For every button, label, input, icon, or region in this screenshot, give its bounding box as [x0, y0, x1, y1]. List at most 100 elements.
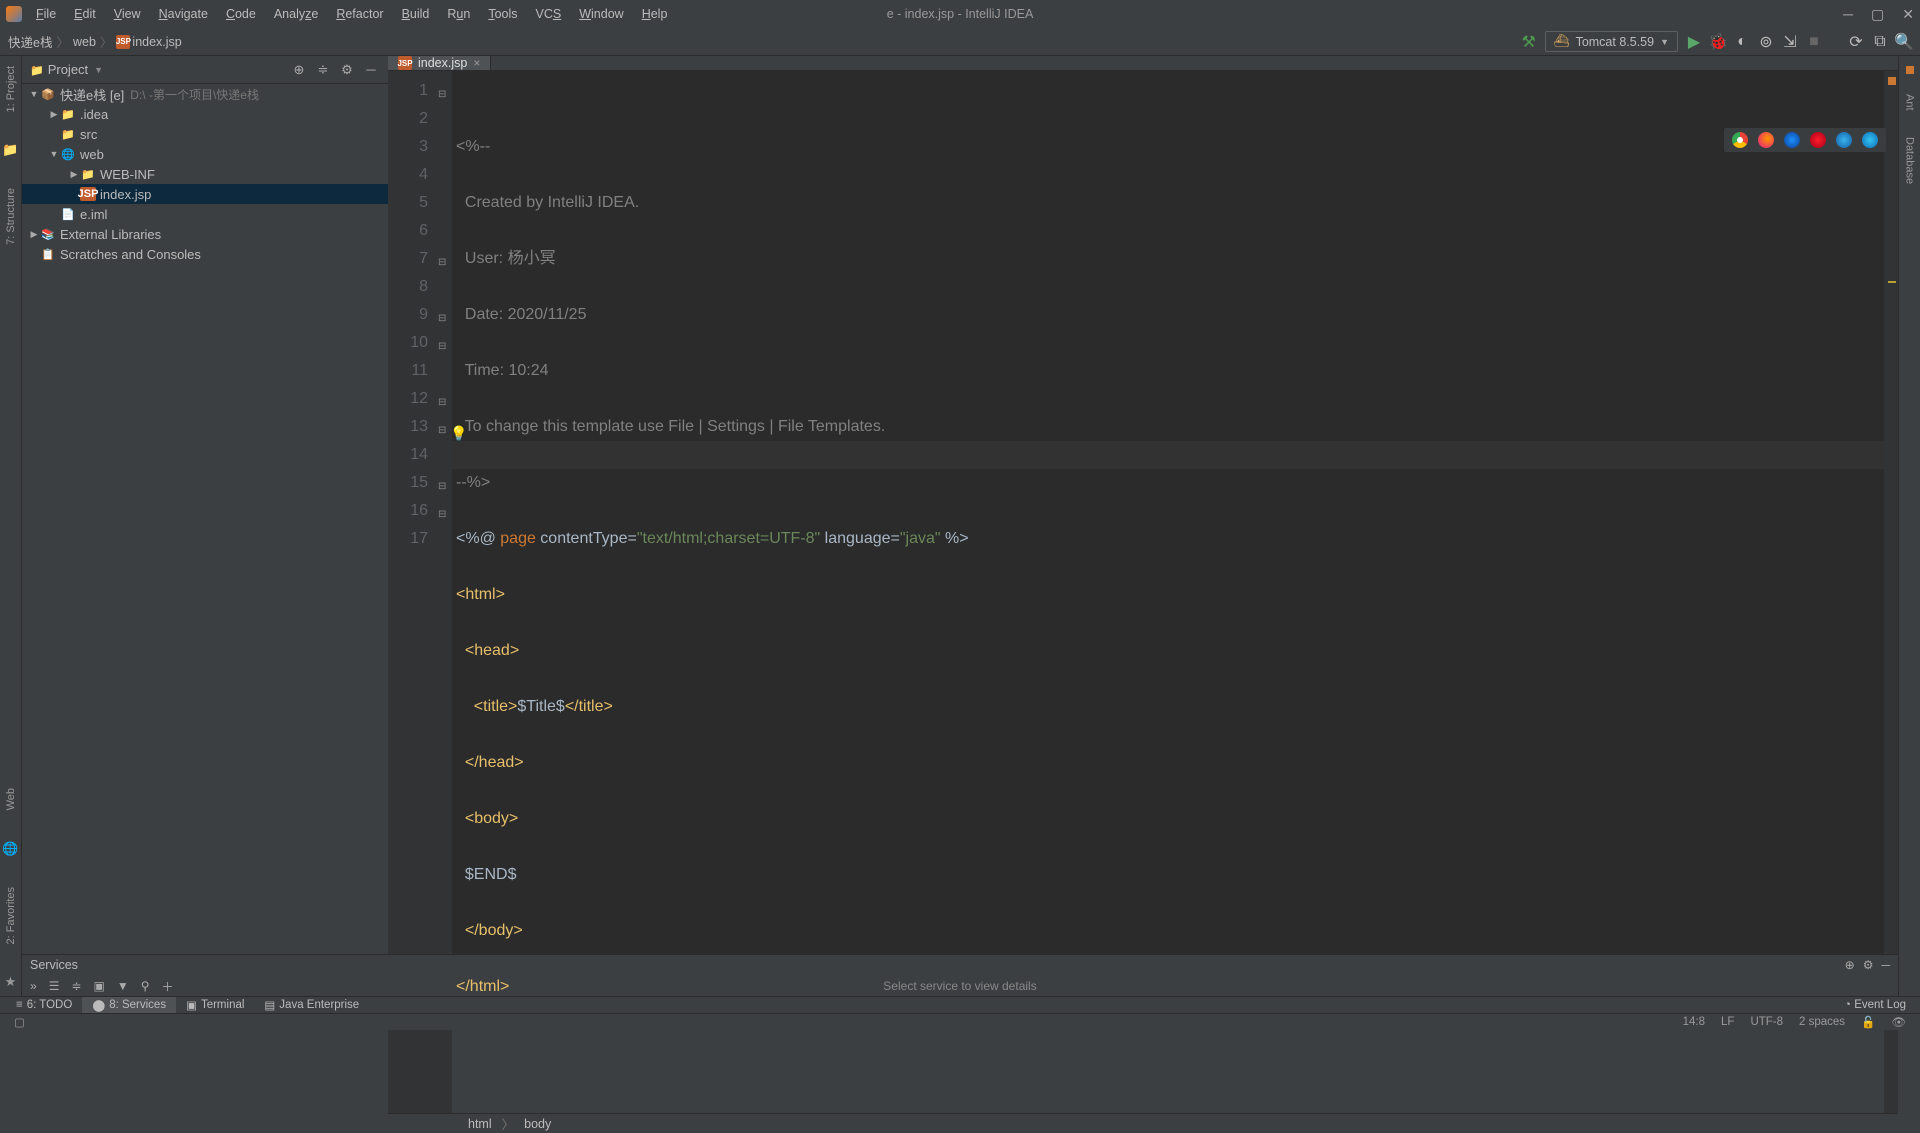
tab-todo[interactable]: ≡ 6: TODO: [6, 997, 82, 1013]
tree-row-indexjsp[interactable]: JSP index.jsp: [22, 184, 388, 204]
search-icon[interactable]: 🔍: [1896, 34, 1912, 50]
tab-java-enterprise[interactable]: ▤ Java Enterprise: [254, 997, 369, 1013]
chevron-right-icon[interactable]: ▶: [28, 229, 40, 240]
inspection-eye-icon[interactable]: 👁: [1883, 1015, 1914, 1029]
folder-icon[interactable]: 📁: [0, 136, 20, 164]
warning-marker-icon[interactable]: [1888, 281, 1896, 283]
crumb-web[interactable]: web: [73, 35, 96, 49]
ide-status-icon[interactable]: ▢: [6, 1015, 33, 1029]
debug-icon[interactable]: 🐞: [1710, 34, 1726, 50]
stop-icon[interactable]: ■: [1806, 34, 1822, 50]
crumb-file[interactable]: index.jsp: [132, 35, 181, 49]
expand-all-icon[interactable]: ≑: [314, 61, 332, 79]
tree-icon[interactable]: ☰: [49, 979, 60, 993]
crumb-body[interactable]: body: [524, 1117, 551, 1131]
tree-row-web[interactable]: ▼ 🌐 web: [22, 144, 388, 164]
minimize-icon[interactable]: ─: [1843, 6, 1853, 23]
star-icon[interactable]: ★: [3, 968, 19, 996]
services-title[interactable]: Services: [30, 958, 78, 972]
tab-database[interactable]: Database: [1902, 131, 1918, 190]
tab-structure[interactable]: 7: Structure: [3, 182, 19, 251]
close-tab-icon[interactable]: ×: [473, 56, 480, 70]
fold-open-icon[interactable]: ⊟: [438, 417, 446, 445]
locate-icon[interactable]: ⊕: [1845, 958, 1855, 972]
fold-close-icon[interactable]: ⊟: [438, 389, 446, 417]
menu-view[interactable]: View: [106, 7, 149, 21]
tree-label: .idea: [80, 107, 108, 122]
tree-row-webinf[interactable]: ▶ 📁 WEB-INF: [22, 164, 388, 184]
file-encoding[interactable]: UTF-8: [1742, 1016, 1791, 1028]
update-icon[interactable]: ⟳: [1848, 34, 1864, 50]
search-everywhere-icon[interactable]: ⧉: [1872, 34, 1888, 50]
hide-icon[interactable]: ─: [362, 61, 380, 79]
hammer-build-icon[interactable]: ⚒: [1521, 34, 1537, 50]
tab-ant[interactable]: Ant: [1902, 88, 1918, 117]
tab-favorites[interactable]: 2: Favorites: [3, 881, 19, 950]
run-icon[interactable]: ▶: [1686, 34, 1702, 50]
gear-icon[interactable]: ⚙: [1863, 958, 1874, 972]
attach-icon[interactable]: ⇲: [1782, 34, 1798, 50]
tree-row-root[interactable]: ▼ 📦 快递e栈 [e] D:\ -第一个项目\快递e栈: [22, 84, 388, 104]
thumbtack-icon[interactable]: ⚲: [141, 979, 150, 993]
group-icon[interactable]: ▣: [94, 979, 105, 993]
menu-window[interactable]: Window: [571, 7, 631, 21]
crumb-html[interactable]: html: [468, 1117, 492, 1131]
locate-icon[interactable]: ⊕: [290, 61, 308, 79]
close-icon[interactable]: ✕: [1902, 6, 1914, 23]
tree-row-scratches[interactable]: 📋 Scratches and Consoles: [22, 244, 388, 264]
project-tree[interactable]: ▼ 📦 快递e栈 [e] D:\ -第一个项目\快递e栈 ▶ 📁 .idea 📁…: [22, 84, 388, 954]
chevron-down-icon[interactable]: ▼: [48, 149, 60, 159]
chevron-down-icon[interactable]: ▼: [28, 89, 40, 99]
filter-icon[interactable]: ▼: [117, 979, 129, 993]
tab-services[interactable]: ⬤ 8: Services: [82, 997, 176, 1013]
menu-tools[interactable]: Tools: [480, 7, 525, 21]
profiler-icon[interactable]: ⊚: [1758, 34, 1774, 50]
globe-icon[interactable]: 🌐: [0, 835, 20, 863]
expand-icon[interactable]: »: [30, 979, 37, 993]
code-text: --%>: [456, 474, 490, 491]
warning-marker-icon[interactable]: [1888, 77, 1896, 85]
fold-open-icon[interactable]: ⊟: [438, 81, 446, 109]
editor-tab-indexjsp[interactable]: JSP index.jsp ×: [388, 56, 491, 70]
fold-close-icon[interactable]: ⊟: [438, 473, 446, 501]
hide-icon[interactable]: ─: [1881, 958, 1890, 972]
tree-row-src[interactable]: 📁 src: [22, 124, 388, 144]
tree-row-eiml[interactable]: 📄 e.iml: [22, 204, 388, 224]
gear-icon[interactable]: ⚙: [338, 61, 356, 79]
add-icon[interactable]: ＋: [162, 978, 174, 995]
coverage-icon[interactable]: ◐: [1734, 34, 1750, 50]
menu-help[interactable]: Help: [634, 7, 676, 21]
caret-position[interactable]: 14:8: [1675, 1016, 1713, 1028]
maximize-icon[interactable]: ▢: [1871, 6, 1884, 23]
tab-project[interactable]: 1: Project: [3, 60, 19, 118]
chevron-down-icon[interactable]: ▼: [94, 65, 103, 75]
menu-file[interactable]: File: [28, 7, 64, 21]
menu-refactor[interactable]: Refactor: [328, 7, 391, 21]
fold-open-icon[interactable]: ⊟: [438, 305, 446, 333]
tab-web[interactable]: Web: [3, 782, 19, 816]
menu-vcs[interactable]: VCS: [528, 7, 570, 21]
fold-open-icon[interactable]: ⊟: [438, 333, 446, 361]
line-separator[interactable]: LF: [1713, 1016, 1742, 1028]
menu-code[interactable]: Code: [218, 7, 264, 21]
code-text: $Title$: [517, 698, 564, 715]
project-title[interactable]: Project: [30, 62, 88, 77]
run-configuration-dropdown[interactable]: ⛴ Tomcat 8.5.59 ▼: [1545, 31, 1678, 52]
tree-row-extlib[interactable]: ▶ 📚 External Libraries: [22, 224, 388, 244]
readonly-lock-icon[interactable]: 🔓: [1853, 1015, 1883, 1029]
fold-close-icon[interactable]: ⊟: [438, 501, 446, 529]
menu-run[interactable]: Run: [439, 7, 478, 21]
menu-edit[interactable]: Edit: [66, 7, 104, 21]
tab-terminal[interactable]: ▣ Terminal: [176, 997, 254, 1013]
indent-setting[interactable]: 2 spaces: [1791, 1016, 1853, 1028]
collapse-icon[interactable]: ≑: [71, 979, 81, 993]
chevron-right-icon[interactable]: ▶: [48, 109, 60, 120]
inspection-indicator-icon[interactable]: [1906, 66, 1914, 74]
fold-close-icon[interactable]: ⊟: [438, 249, 446, 277]
chevron-right-icon[interactable]: ▶: [68, 169, 80, 180]
tree-row-idea[interactable]: ▶ 📁 .idea: [22, 104, 388, 124]
menu-navigate[interactable]: Navigate: [151, 7, 216, 21]
menu-build[interactable]: Build: [394, 7, 438, 21]
crumb-root[interactable]: 快递e栈: [8, 32, 52, 51]
menu-analyze[interactable]: Analyze: [266, 7, 326, 21]
